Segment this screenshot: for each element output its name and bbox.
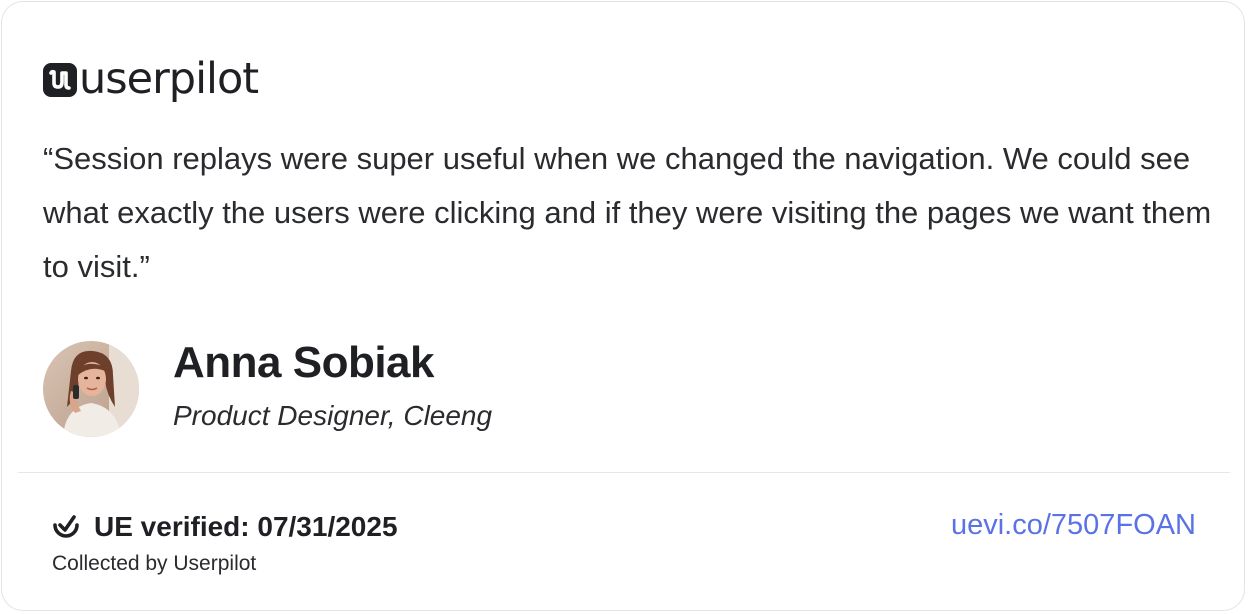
brand-wordmark: userpilot xyxy=(79,53,259,104)
verified-label: UE verified: 07/31/2025 xyxy=(94,511,398,542)
verified-badge: UE verified: 07/31/2025 xyxy=(50,511,398,543)
brand-logo: userpilot xyxy=(43,53,259,104)
author-title: Product Designer, Cleeng xyxy=(173,400,493,431)
verified-check-icon xyxy=(50,511,82,543)
author-text: Anna Sobiak Product Designer, Cleeng xyxy=(173,341,492,433)
testimonial-card: userpilot “Session replays were super us… xyxy=(1,1,1245,611)
author-name: Anna Sobiak xyxy=(173,338,435,387)
footer-divider xyxy=(18,472,1230,473)
collected-by-label: Collected by Userpilot xyxy=(52,552,257,575)
avatar xyxy=(43,341,139,437)
author-block: Anna Sobiak Product Designer, Cleeng xyxy=(43,341,492,437)
userpilot-logo-mark-icon xyxy=(43,63,77,97)
testimonial-quote: “Session replays were super useful when … xyxy=(43,141,1212,284)
verification-link[interactable]: uevi.co/7507FOAN xyxy=(951,511,1196,540)
